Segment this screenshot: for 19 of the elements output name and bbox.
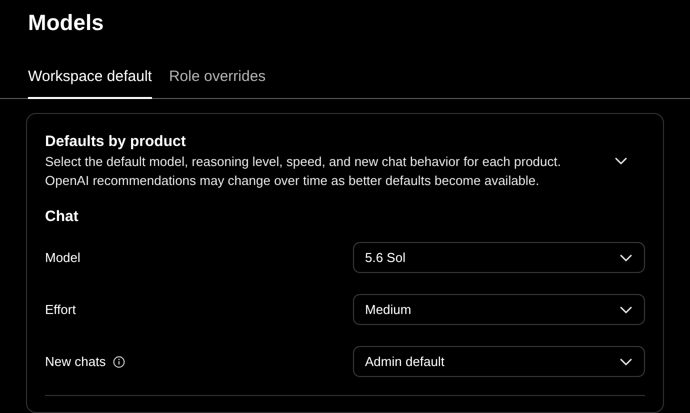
info-icon[interactable] [112,356,125,368]
select-dropdown[interactable]: Medium [353,294,645,325]
card-description: OpenAI recommendations may change over time as better defaults become available. [45,172,540,190]
tab[interactable]: Workspace default [28,62,152,99]
card-description: Select the default model, reasoning level, speed, and new chat behavior for each product. [45,153,561,171]
select-dropdown[interactable]: Admin default [353,346,645,377]
section-title: Chat [45,207,80,227]
card-title: Defaults by product [45,132,187,152]
field-label: Model [45,248,80,267]
chevron-down-icon [620,254,632,262]
select-dropdown[interactable]: 5.6 Sol [353,242,645,273]
page-title: Models [28,9,104,37]
chevron-down-icon [620,358,632,366]
chevron-down-icon [615,157,627,165]
tab[interactable]: Role overrides [168,62,266,99]
field-label: Effort [45,300,76,319]
collapse-button[interactable] [613,155,629,167]
field-label: New chats [45,352,106,371]
chevron-down-icon [620,306,632,314]
